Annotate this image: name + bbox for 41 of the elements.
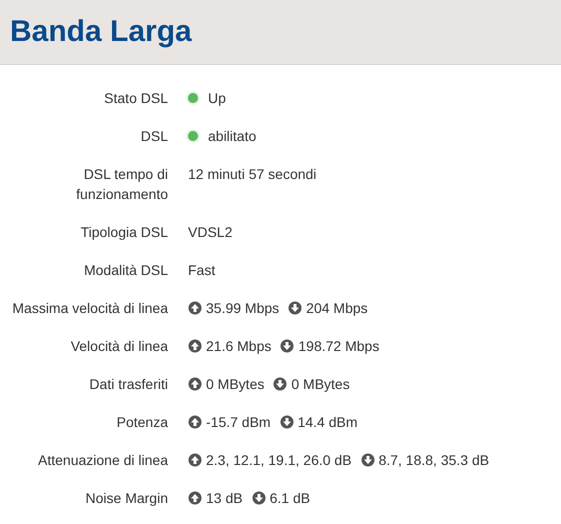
upload-arrow-icon [188,415,202,429]
downstream-value: 14.4 dBm [298,413,358,432]
field-label: Massima velocità di linea [11,299,168,318]
field-value: VDSL2 [188,223,232,242]
download-arrow-icon [252,491,266,505]
upstream-value: 2.3, 12.1, 19.1, 26.0 dB [206,451,352,470]
upload-arrow-icon [188,453,202,467]
upload-arrow-icon [188,377,202,391]
downstream-value: 0 MBytes [291,375,350,394]
upstream-value: 35.99 Mbps [206,299,280,318]
download-arrow-icon [273,377,288,391]
downstream-value: 8.7, 18.8, 35.3 dB [378,451,490,470]
field-label: Potenza [116,413,168,432]
field-label: Velocità di linea [70,337,168,356]
field-value: Fast [188,261,216,280]
downstream-value: 204 Mbps [306,299,368,318]
upload-arrow-icon [188,301,202,315]
field-label: Tipologia DSL [80,223,168,242]
field-label: Modalità DSL [82,261,168,280]
upstream-value: 13 dB [206,489,243,508]
downstream-value: 6.1 dB [270,489,310,508]
field-label: DSL [140,127,168,146]
upstream-value: -15.7 dBm [206,413,271,432]
upload-arrow-icon [188,339,202,353]
download-arrow-icon [288,301,302,315]
upload-arrow-icon [188,491,202,505]
field-value: Up [208,89,226,108]
upstream-value: 0 MBytes [206,375,264,394]
field-label: Stato DSL [103,89,168,108]
field-label: Noise Margin [84,489,168,508]
field-value: 12 minuti 57 secondi [188,165,316,184]
field-label: Dati trasferiti [88,375,168,394]
download-arrow-icon [280,415,294,429]
field-label: Attenuazione di linea [37,451,168,470]
field-label: DSL tempo di funzionamento [75,165,168,204]
page-title: Banda Larga [10,17,192,47]
downstream-value: 198.72 Mbps [298,337,380,356]
download-arrow-icon [280,339,294,353]
upstream-value: 21.6 Mbps [206,337,272,356]
field-value: abilitato [208,127,256,146]
download-arrow-icon [360,453,375,467]
